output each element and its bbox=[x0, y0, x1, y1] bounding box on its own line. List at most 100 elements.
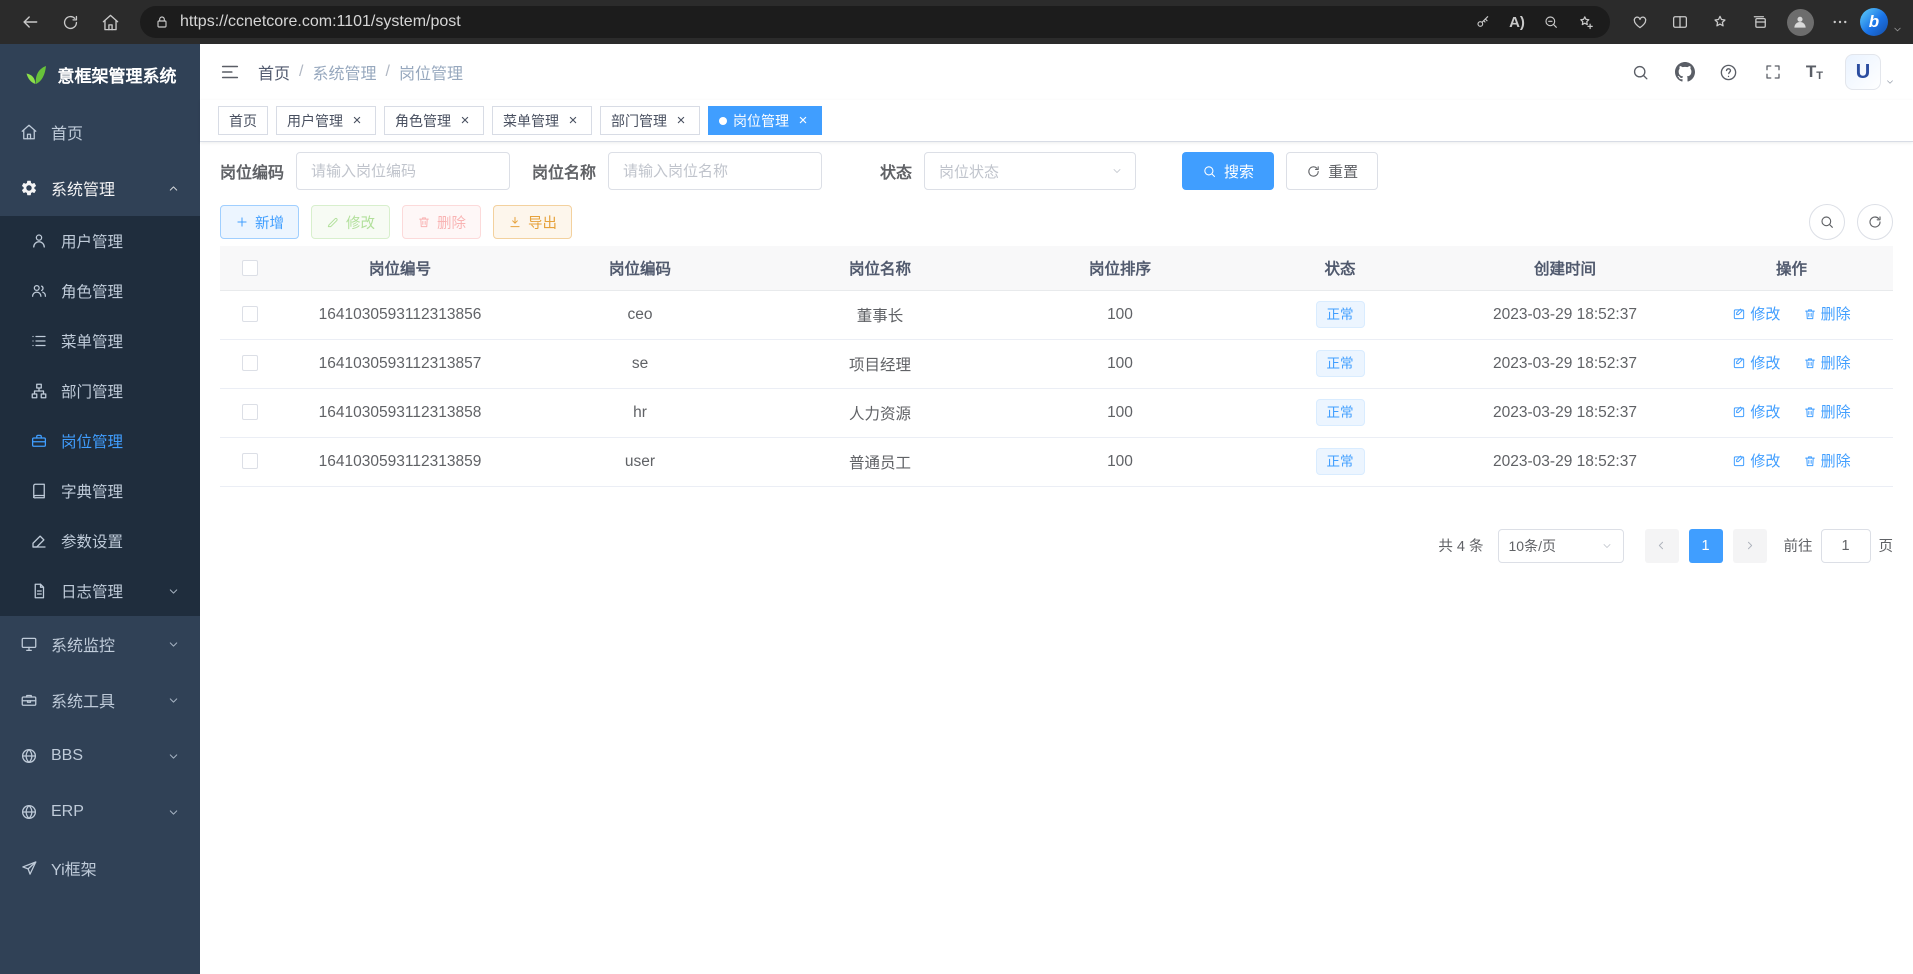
split-screen-icon[interactable] bbox=[1660, 4, 1700, 40]
row-delete-link[interactable]: 删除 bbox=[1803, 303, 1851, 324]
post-name-input[interactable] bbox=[608, 152, 822, 190]
filter-bar: 岗位编码 岗位名称 状态 岗位状态 搜索 bbox=[220, 152, 1893, 190]
row-edit-link[interactable]: 修改 bbox=[1732, 401, 1780, 422]
reload-icon[interactable] bbox=[50, 4, 90, 40]
sidebar-item-users[interactable]: 用户管理 bbox=[0, 216, 200, 266]
row-checkbox[interactable] bbox=[242, 306, 258, 322]
collections-icon[interactable] bbox=[1740, 4, 1780, 40]
cell-post-code: hr bbox=[520, 388, 760, 437]
row-delete-link[interactable]: 删除 bbox=[1803, 401, 1851, 422]
favorites-star-icon[interactable] bbox=[1568, 8, 1602, 36]
sidebar-item-system[interactable]: 系统管理 bbox=[0, 160, 200, 216]
prev-page-button[interactable] bbox=[1645, 529, 1679, 563]
list-icon bbox=[30, 332, 48, 350]
logo-leaf-icon bbox=[24, 62, 48, 86]
bing-icon[interactable]: b bbox=[1860, 8, 1888, 36]
back-icon[interactable] bbox=[10, 4, 50, 40]
profile-person-icon bbox=[1787, 9, 1814, 36]
breadcrumb-section[interactable]: 系统管理 bbox=[312, 60, 376, 84]
breadcrumb-current: 岗位管理 bbox=[399, 60, 463, 84]
close-icon[interactable]: × bbox=[565, 113, 581, 129]
add-button[interactable]: 新增 bbox=[220, 205, 299, 239]
tab-menus[interactable]: 菜单管理× bbox=[492, 106, 592, 135]
breadcrumb-home[interactable]: 首页 bbox=[258, 60, 290, 84]
sidebar-item-parameters[interactable]: 参数设置 bbox=[0, 516, 200, 566]
next-page-button[interactable] bbox=[1733, 529, 1767, 563]
pagination: 共 4 条 10条/页 1 前往 页 bbox=[220, 529, 1893, 563]
cell-post-name: 人力资源 bbox=[760, 388, 1000, 437]
content: 岗位编码 岗位名称 状态 岗位状态 搜索 bbox=[200, 142, 1913, 974]
sidebar-item-logs[interactable]: 日志管理 bbox=[0, 566, 200, 616]
sidebar-item-tools[interactable]: 系统工具 bbox=[0, 672, 200, 728]
header-actions: TT U bbox=[1630, 54, 1895, 90]
delete-button[interactable]: 删除 bbox=[402, 205, 481, 239]
cell-post-sort: 100 bbox=[1000, 437, 1240, 486]
tab-home[interactable]: 首页 bbox=[218, 106, 268, 135]
refresh-table-button[interactable] bbox=[1857, 204, 1893, 240]
close-icon[interactable]: × bbox=[457, 113, 473, 129]
tab-roles[interactable]: 角色管理× bbox=[384, 106, 484, 135]
goto-page-input[interactable] bbox=[1821, 529, 1871, 563]
fullscreen-icon[interactable] bbox=[1762, 61, 1784, 83]
github-icon[interactable] bbox=[1674, 61, 1696, 83]
more-menu-icon[interactable] bbox=[1820, 4, 1860, 40]
page-number-button[interactable]: 1 bbox=[1689, 529, 1723, 563]
close-icon[interactable]: × bbox=[795, 113, 811, 129]
sidebar-toggle-icon[interactable] bbox=[218, 60, 242, 84]
home-icon[interactable] bbox=[90, 4, 130, 40]
password-key-icon[interactable] bbox=[1466, 8, 1500, 36]
row-checkbox[interactable] bbox=[242, 453, 258, 469]
browser-essentials-icon[interactable] bbox=[1620, 4, 1660, 40]
tab-users[interactable]: 用户管理× bbox=[276, 106, 376, 135]
profile-avatar[interactable] bbox=[1780, 4, 1820, 40]
bing-caret-icon[interactable] bbox=[1892, 24, 1903, 35]
select-all-checkbox[interactable] bbox=[242, 260, 258, 276]
sidebar-item-monitor[interactable]: 系统监控 bbox=[0, 616, 200, 672]
page-size-select[interactable]: 10条/页 bbox=[1498, 529, 1624, 563]
search-button[interactable]: 搜索 bbox=[1182, 152, 1274, 190]
status-select[interactable]: 岗位状态 bbox=[924, 152, 1136, 190]
tab-posts[interactable]: 岗位管理× bbox=[708, 106, 822, 135]
sidebar-item-home[interactable]: 首页 bbox=[0, 104, 200, 160]
favorites-bar-icon[interactable] bbox=[1700, 4, 1740, 40]
sidebar-item-departments[interactable]: 部门管理 bbox=[0, 366, 200, 416]
app-logo: 意框架管理系统 bbox=[0, 44, 200, 104]
sidebar-item-erp[interactable]: ERP bbox=[0, 784, 200, 840]
status-badge: 正常 bbox=[1316, 448, 1365, 475]
edit-button[interactable]: 修改 bbox=[311, 205, 390, 239]
zoom-out-icon[interactable] bbox=[1534, 8, 1568, 36]
read-aloud-icon[interactable]: A) bbox=[1500, 8, 1534, 36]
row-edit-link[interactable]: 修改 bbox=[1732, 303, 1780, 324]
export-button[interactable]: 导出 bbox=[493, 205, 572, 239]
reset-button[interactable]: 重置 bbox=[1286, 152, 1378, 190]
help-icon[interactable] bbox=[1718, 61, 1740, 83]
sidebar-item-yi-framework[interactable]: Yi框架 bbox=[0, 840, 200, 896]
tab-departments[interactable]: 部门管理× bbox=[600, 106, 700, 135]
book-icon bbox=[30, 482, 48, 500]
row-delete-link[interactable]: 删除 bbox=[1803, 352, 1851, 373]
row-checkbox[interactable] bbox=[242, 404, 258, 420]
sidebar-item-roles[interactable]: 角色管理 bbox=[0, 266, 200, 316]
sidebar-item-bbs[interactable]: BBS bbox=[0, 728, 200, 784]
cell-post-name: 董事长 bbox=[760, 290, 1000, 339]
toggle-search-button[interactable] bbox=[1809, 204, 1845, 240]
row-edit-link[interactable]: 修改 bbox=[1732, 352, 1780, 373]
status-label: 状态 bbox=[880, 159, 912, 183]
row-edit-link[interactable]: 修改 bbox=[1732, 450, 1780, 471]
text-size-icon[interactable]: TT bbox=[1806, 62, 1823, 82]
column-post-id: 岗位编号 bbox=[280, 246, 520, 290]
sidebar-item-dictionary[interactable]: 字典管理 bbox=[0, 466, 200, 516]
close-icon[interactable]: × bbox=[673, 113, 689, 129]
close-icon[interactable]: × bbox=[349, 113, 365, 129]
address-bar[interactable]: https://ccnetcore.com:1101/system/post A… bbox=[140, 6, 1610, 38]
user-menu[interactable]: U bbox=[1845, 54, 1895, 90]
url-text: https://ccnetcore.com:1101/system/post bbox=[180, 13, 1466, 31]
sidebar-item-posts[interactable]: 岗位管理 bbox=[0, 416, 200, 466]
sidebar-item-menus[interactable]: 菜单管理 bbox=[0, 316, 200, 366]
row-checkbox[interactable] bbox=[242, 355, 258, 371]
home-icon bbox=[20, 123, 38, 141]
header-search-icon[interactable] bbox=[1630, 61, 1652, 83]
post-code-input[interactable] bbox=[296, 152, 510, 190]
row-delete-link[interactable]: 删除 bbox=[1803, 450, 1851, 471]
cell-post-code: user bbox=[520, 437, 760, 486]
